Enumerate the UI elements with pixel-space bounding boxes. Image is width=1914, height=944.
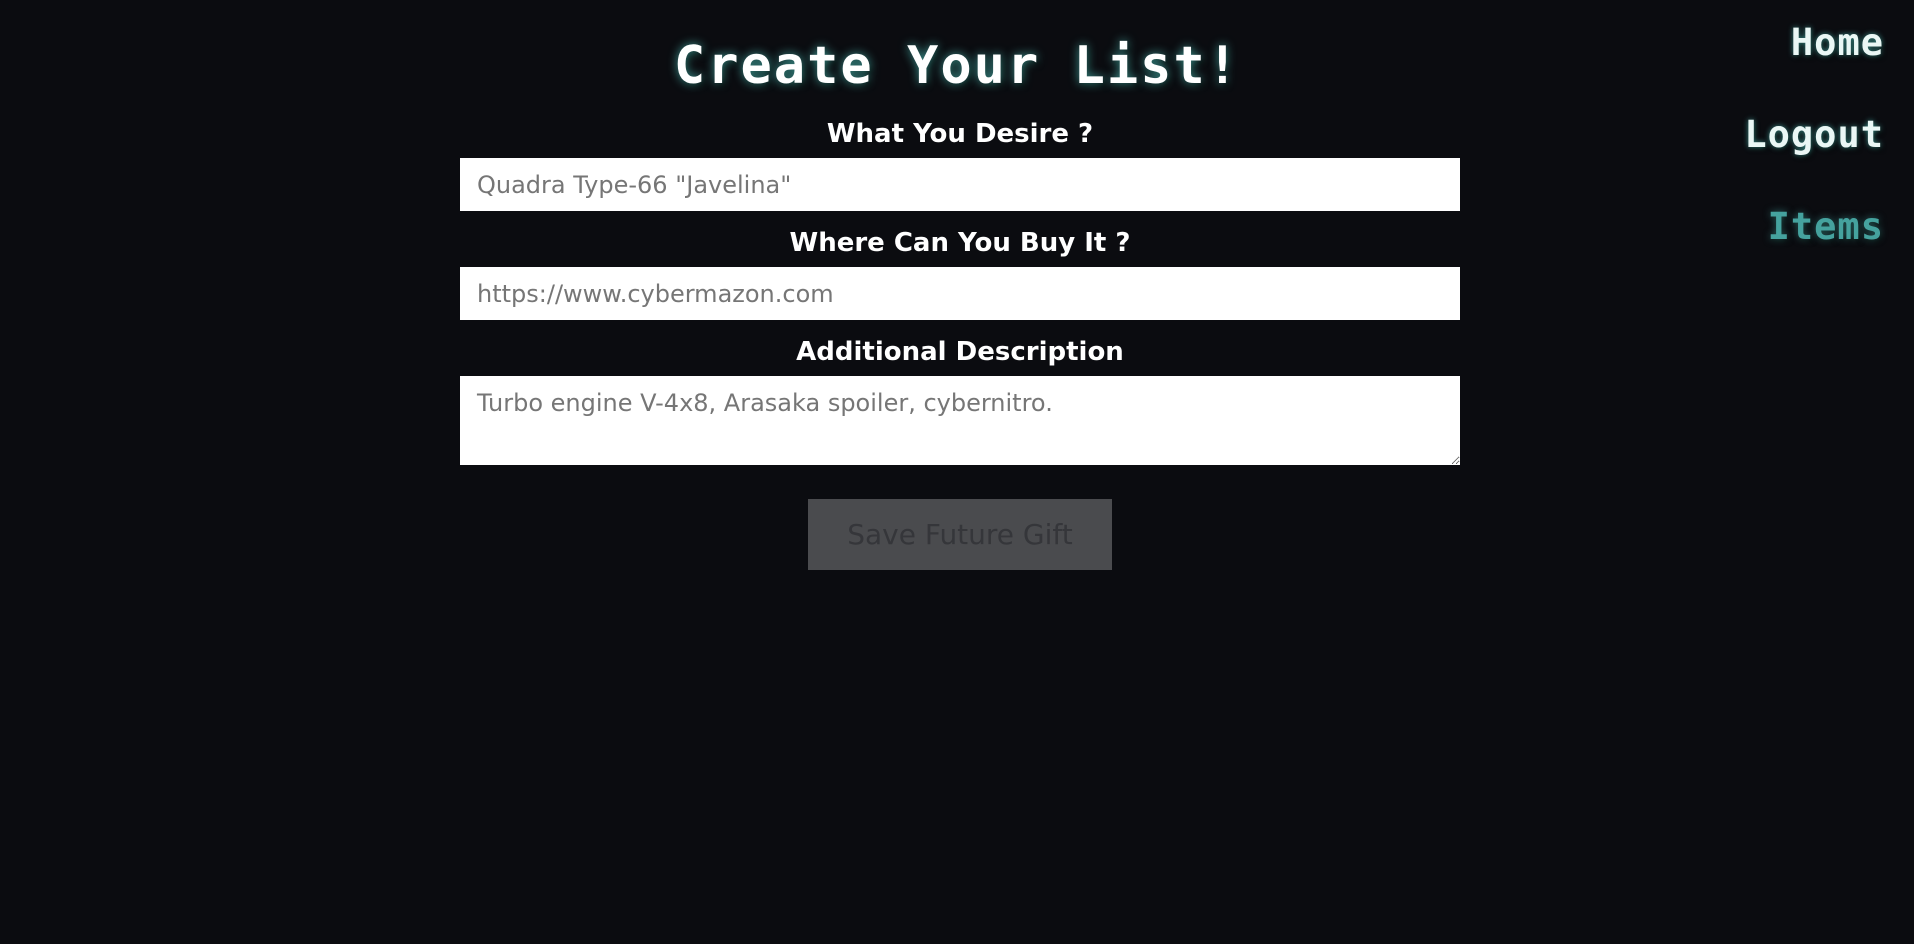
nav-items-link[interactable]: Items: [1768, 202, 1884, 294]
where-label: Where Can You Buy It ?: [789, 228, 1131, 258]
nav-logout-link[interactable]: Logout: [1744, 110, 1884, 202]
description-label: Additional Description: [796, 337, 1124, 367]
description-textarea[interactable]: [460, 376, 1460, 465]
save-future-gift-button[interactable]: Save Future Gift: [808, 499, 1112, 570]
desire-input[interactable]: [460, 158, 1460, 211]
page: Home Logout Items Create Your List! What…: [0, 0, 1914, 944]
page-title: Create Your List!: [673, 36, 1241, 96]
desire-label: What You Desire ?: [826, 119, 1094, 149]
create-list-form: What You Desire ? Where Can You Buy It ?…: [460, 115, 1460, 570]
where-input[interactable]: [460, 267, 1460, 320]
